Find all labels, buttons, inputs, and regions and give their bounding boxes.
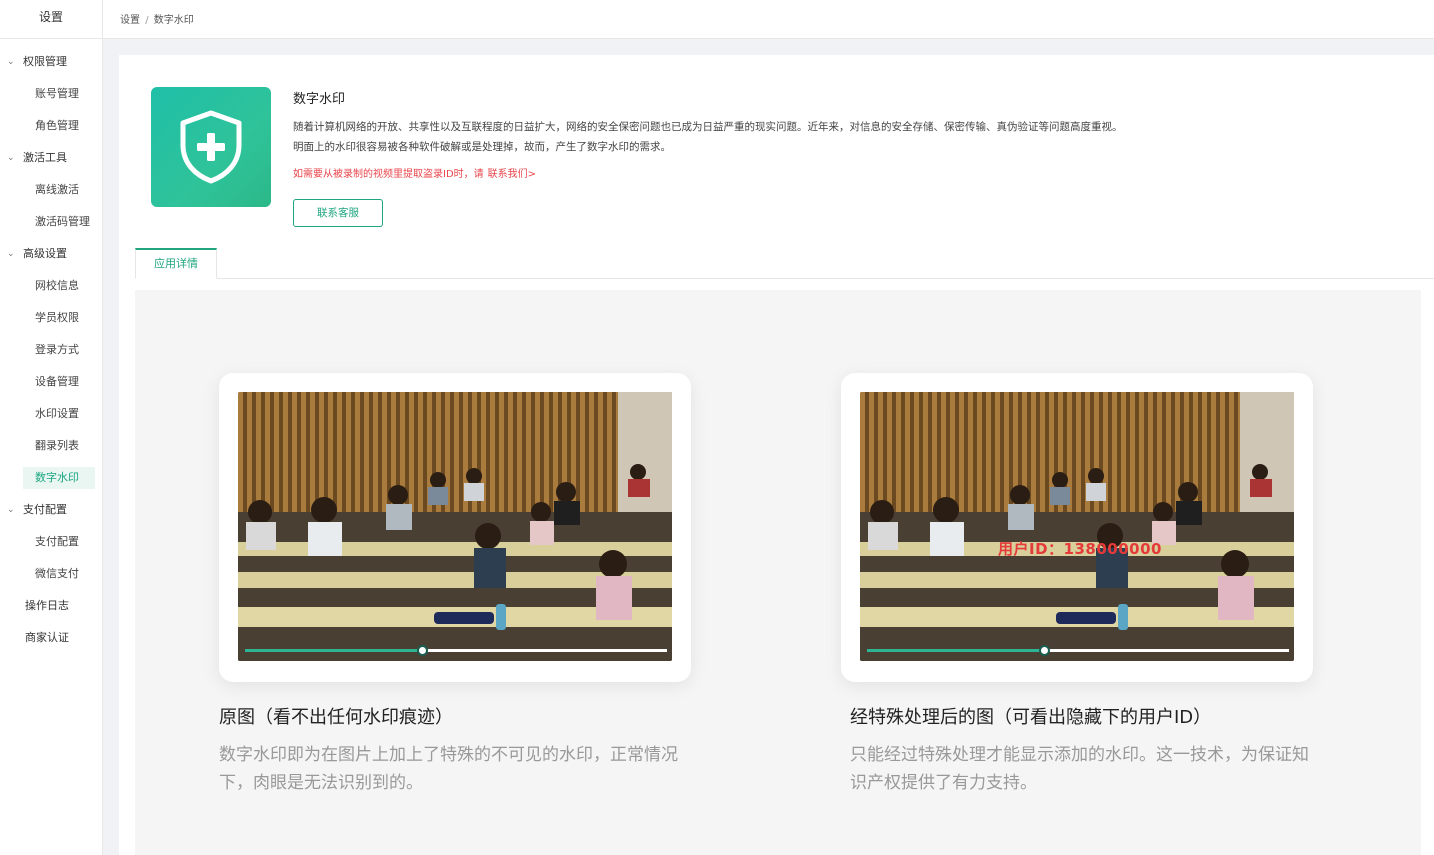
- classroom-photo: [238, 392, 672, 661]
- video-progress-fill: [245, 649, 423, 652]
- main-content: 数字水印 随着计算机网络的开放、共享性以及互联程度的日益扩大，网络的安全保密问题…: [119, 55, 1434, 855]
- sidebar-item-recording-list[interactable]: 翻录列表: [0, 430, 102, 462]
- chevron-down-icon: ⌄: [7, 57, 15, 67]
- tab-bar: 应用详情: [135, 248, 1434, 279]
- sidebar-group-label: 高级设置: [23, 247, 67, 260]
- contact-support-button[interactable]: 联系客服: [293, 199, 383, 227]
- original-image-title: 原图（看不出任何水印痕迹）: [219, 707, 453, 728]
- chevron-down-icon: ⌄: [7, 249, 15, 259]
- sidebar-group-label: 激活工具: [23, 151, 67, 164]
- sidebar-title: 设置: [0, 0, 102, 39]
- sidebar-item-watermark-settings[interactable]: 水印设置: [0, 398, 102, 430]
- sidebar-group-label: 支付配置: [23, 503, 67, 516]
- sidebar-group-permissions[interactable]: ⌄ 权限管理: [0, 46, 102, 78]
- sidebar-item-student-permissions[interactable]: 学员权限: [0, 302, 102, 334]
- breadcrumb-separator: /: [145, 15, 149, 26]
- sidebar-menu: ⌄ 权限管理 账号管理 角色管理 ⌄ 激活工具 离线激活 激活码管理 ⌄ 高级设…: [0, 39, 102, 654]
- breadcrumb-root[interactable]: 设置: [120, 15, 140, 26]
- processed-image-title: 经特殊处理后的图（可看出隐藏下的用户ID）: [850, 707, 1212, 728]
- sidebar-group-label: 权限管理: [23, 55, 67, 68]
- sidebar-group-activation[interactable]: ⌄ 激活工具: [0, 142, 102, 174]
- sidebar-item-accounts[interactable]: 账号管理: [0, 78, 102, 110]
- app-description-line: 随着计算机网络的开放、共享性以及互联程度的日益扩大，网络的安全保密问题也已成为日…: [293, 121, 1123, 133]
- app-icon: [151, 87, 271, 207]
- extract-id-notice: 如需要从被录制的视频里提取盗录ID时，请 联系我们>: [293, 165, 536, 180]
- sidebar-item-activation-codes[interactable]: 激活码管理: [0, 206, 102, 238]
- app-description-line: 明面上的水印很容易被各种软件破解或是处理掉，故而，产生了数字水印的需求。: [293, 141, 671, 153]
- tab-app-details[interactable]: 应用详情: [135, 248, 217, 279]
- video-progress-bar[interactable]: [867, 645, 1289, 656]
- notice-text: 如需要从被录制的视频里提取盗录ID时，请: [293, 169, 484, 180]
- detail-panel: 用户ID：138000000 原图（看不出任何水印痕迹） 数字水印即为在图片上加…: [135, 290, 1421, 855]
- breadcrumb-current: 数字水印: [153, 15, 194, 26]
- sidebar: 设置 ⌄ 权限管理 账号管理 角色管理 ⌄ 激活工具 离线激活 激活码管理 ⌄ …: [0, 0, 103, 855]
- app-description: 随着计算机网络的开放、共享性以及互联程度的日益扩大，网络的安全保密问题也已成为日…: [293, 117, 1293, 157]
- processed-image-description: 只能经过特殊处理才能显示添加的水印。这一技术，为保证知识产权提供了有力支持。: [850, 745, 1309, 793]
- sidebar-item-operation-log[interactable]: 操作日志: [0, 590, 102, 622]
- contact-us-link[interactable]: 联系我们>: [488, 169, 536, 180]
- original-image-card: [219, 373, 691, 682]
- sidebar-item-payment-config[interactable]: 支付配置: [0, 526, 102, 558]
- sidebar-item-offline-activation[interactable]: 离线激活: [0, 174, 102, 206]
- sidebar-item-digital-watermark[interactable]: 数字水印: [0, 462, 102, 494]
- chevron-down-icon: ⌄: [7, 505, 15, 515]
- sidebar-item-wechat-pay[interactable]: 微信支付: [0, 558, 102, 590]
- original-image-description: 数字水印即为在图片上加上了特殊的不可见的水印，正常情况下，肉眼是无法识别到的。: [219, 745, 678, 793]
- breadcrumb: 设置 / 数字水印: [120, 11, 194, 26]
- sidebar-item-school-info[interactable]: 网校信息: [0, 270, 102, 302]
- classroom-photo-illustration: [238, 392, 672, 661]
- app-title: 数字水印: [293, 92, 346, 107]
- user-id-watermark: 用户ID：138000000: [998, 540, 1162, 558]
- sidebar-item-roles[interactable]: 角色管理: [0, 110, 102, 142]
- sidebar-group-payment[interactable]: ⌄ 支付配置: [0, 494, 102, 526]
- topbar: 设置 / 数字水印: [103, 0, 1434, 39]
- sidebar-item-device-management[interactable]: 设备管理: [0, 366, 102, 398]
- video-progress-bar[interactable]: [245, 645, 667, 656]
- sidebar-item-label: 数字水印: [23, 467, 95, 489]
- processed-image-card: 用户ID：138000000: [841, 373, 1313, 682]
- sidebar-item-login-method[interactable]: 登录方式: [0, 334, 102, 366]
- classroom-photo-processed: 用户ID：138000000: [860, 392, 1294, 661]
- shield-plus-icon: [180, 110, 242, 184]
- chevron-down-icon: ⌄: [7, 153, 15, 163]
- video-progress-fill: [867, 649, 1045, 652]
- sidebar-group-advanced[interactable]: ⌄ 高级设置: [0, 238, 102, 270]
- classroom-photo-illustration: [860, 392, 1294, 661]
- sidebar-item-merchant-certification[interactable]: 商家认证: [0, 622, 102, 654]
